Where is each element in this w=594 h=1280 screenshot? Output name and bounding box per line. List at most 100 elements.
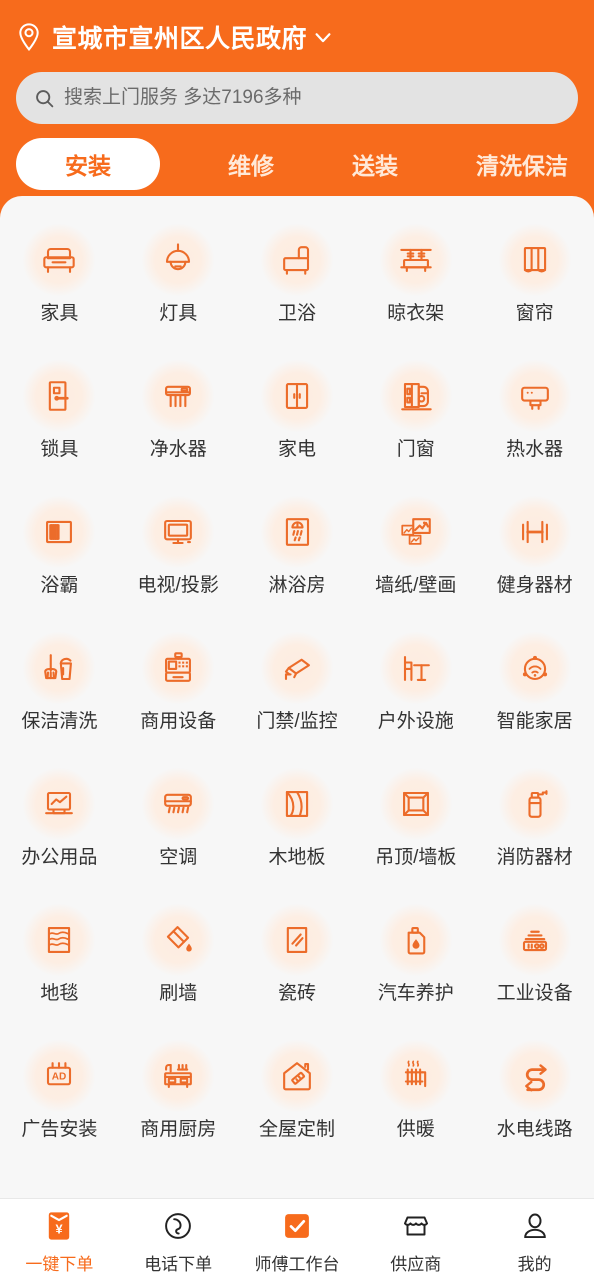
category-item[interactable]: 水电线路 — [475, 1030, 594, 1166]
category-item[interactable]: 锁具 — [0, 350, 119, 486]
category-label: 浴霸 — [40, 575, 79, 596]
app-header: 宣城市宣州区人民政府 安装 维修 送装 清洗保洁 — [0, 0, 594, 196]
category-label: 汽车养护 — [377, 983, 454, 1004]
red-packet-yuan-icon: ¥ — [42, 1207, 76, 1245]
category-label: 供暖 — [396, 1119, 435, 1140]
category-label: 窗帘 — [515, 303, 554, 324]
category-item[interactable]: 地毯 — [0, 894, 119, 1030]
category-item[interactable]: 净水器 — [119, 350, 238, 486]
category-label: 墙纸/壁画 — [375, 575, 457, 596]
search-input[interactable] — [64, 87, 560, 109]
chevron-down-icon[interactable] — [312, 26, 334, 48]
bath-heater-icon — [23, 496, 96, 568]
category-label: 瓷砖 — [277, 983, 316, 1004]
tab-delivery-install[interactable]: 送装 — [342, 138, 408, 190]
tile-icon — [260, 904, 333, 976]
nav-label: 师傅工作台 — [254, 1255, 340, 1274]
nav-item[interactable]: 我的 — [475, 1207, 594, 1275]
nav-label: 供应商 — [390, 1255, 442, 1274]
laptop-icon — [23, 768, 96, 840]
nav-item[interactable]: ¥ 一键下单 — [0, 1207, 119, 1275]
category-item[interactable]: 家电 — [238, 350, 357, 486]
radiator-icon — [379, 1040, 452, 1112]
nav-label: 我的 — [517, 1255, 552, 1274]
category-item[interactable]: 保洁清洗 — [0, 622, 119, 758]
clothes-drying-rack-icon — [379, 224, 452, 296]
category-label: 保洁清洗 — [21, 711, 98, 732]
category-item[interactable]: 门窗 — [356, 350, 475, 486]
category-panel: 家具 灯具 卫浴 晾衣架 窗帘锁具 净水器 家电 门窗 热水器浴霸 电视/投影 淋浴房 墙纸/壁画 健身… — [0, 196, 594, 1198]
wallpaper-picture-icon — [379, 496, 452, 568]
search-bar[interactable] — [16, 72, 578, 124]
category-label: 淋浴房 — [268, 575, 326, 596]
service-type-tabs: 安装 维修 送装 清洗保洁 — [16, 132, 578, 196]
svg-text:¥: ¥ — [56, 1222, 64, 1237]
category-item[interactable]: 供暖 — [356, 1030, 475, 1166]
category-item[interactable]: 晾衣架 — [356, 214, 475, 350]
phone-handset-icon — [161, 1207, 195, 1245]
category-item[interactable]: 瓷砖 — [238, 894, 357, 1030]
category-label: 锁具 — [40, 439, 79, 460]
category-item[interactable]: 木地板 — [238, 758, 357, 894]
category-item[interactable]: 汽车养护 — [356, 894, 475, 1030]
category-label: 刷墙 — [159, 983, 198, 1004]
svg-text:AD: AD — [52, 1072, 67, 1083]
category-label: 全屋定制 — [258, 1119, 335, 1140]
location-selector[interactable]: 宣城市宣州区人民政府 — [16, 0, 578, 68]
nav-item[interactable]: 供应商 — [356, 1207, 475, 1275]
category-label: 净水器 — [149, 439, 207, 460]
category-label: 木地板 — [268, 847, 326, 868]
category-item[interactable]: 灯具 — [119, 214, 238, 350]
nav-item[interactable]: 师傅工作台 — [238, 1207, 357, 1275]
nav-item[interactable]: 电话下单 — [119, 1207, 238, 1275]
nav-label: 一键下单 — [25, 1255, 94, 1274]
water-purifier-icon — [142, 360, 215, 432]
app-root: 宣城市宣州区人民政府 安装 维修 送装 清洗保洁 — [0, 0, 594, 1280]
carpet-icon — [23, 904, 96, 976]
category-label: 灯具 — [159, 303, 198, 324]
tab-cleaning[interactable]: 清洗保洁 — [466, 138, 578, 190]
category-label: 门窗 — [396, 439, 435, 460]
category-item[interactable]: 吊顶/墙板 — [356, 758, 475, 894]
category-item[interactable]: 健身器材 — [475, 486, 594, 622]
category-label: 吊顶/墙板 — [375, 847, 457, 868]
smart-home-wifi-icon — [498, 632, 571, 704]
category-label: 办公用品 — [21, 847, 98, 868]
air-conditioner-icon — [142, 768, 215, 840]
user-profile-icon — [518, 1207, 552, 1245]
category-item[interactable]: 窗帘 — [475, 214, 594, 350]
storefront-icon — [399, 1207, 433, 1245]
category-item[interactable]: 家具 — [0, 214, 119, 350]
category-label: 智能家居 — [496, 711, 573, 732]
category-item[interactable]: 墙纸/壁画 — [356, 486, 475, 622]
category-item[interactable]: 卫浴 — [238, 214, 357, 350]
category-item[interactable]: 全屋定制 — [238, 1030, 357, 1166]
category-item[interactable]: 工业设备 — [475, 894, 594, 1030]
nav-label: 电话下单 — [144, 1255, 213, 1274]
category-label: 地毯 — [40, 983, 79, 1004]
category-item[interactable]: 商用设备 — [119, 622, 238, 758]
category-item[interactable]: 商用厨房 — [119, 1030, 238, 1166]
oil-can-icon — [379, 904, 452, 976]
category-label: 广告安装 — [21, 1119, 98, 1140]
category-item[interactable]: 门禁/监控 — [238, 622, 357, 758]
category-item[interactable]: 热水器 — [475, 350, 594, 486]
category-label: 门禁/监控 — [256, 711, 338, 732]
category-item[interactable]: 刷墙 — [119, 894, 238, 1030]
category-item[interactable]: 空调 — [119, 758, 238, 894]
category-item[interactable]: 浴霸 — [0, 486, 119, 622]
category-item[interactable]: 智能家居 — [475, 622, 594, 758]
category-item[interactable]: 户外设施 — [356, 622, 475, 758]
category-item[interactable]: 淋浴房 — [238, 486, 357, 622]
category-item[interactable]: AD 广告安装 — [0, 1030, 119, 1166]
tab-repair[interactable]: 维修 — [218, 138, 284, 190]
category-label: 家电 — [277, 439, 316, 460]
tab-install[interactable]: 安装 — [16, 138, 160, 190]
category-item[interactable]: 电视/投影 — [119, 486, 238, 622]
category-item[interactable]: 办公用品 — [0, 758, 119, 894]
ad-board-icon: AD — [23, 1040, 96, 1112]
category-label: 水电线路 — [496, 1119, 573, 1140]
search-icon — [34, 88, 55, 109]
category-item[interactable]: 消防器材 — [475, 758, 594, 894]
wood-floor-icon — [260, 768, 333, 840]
